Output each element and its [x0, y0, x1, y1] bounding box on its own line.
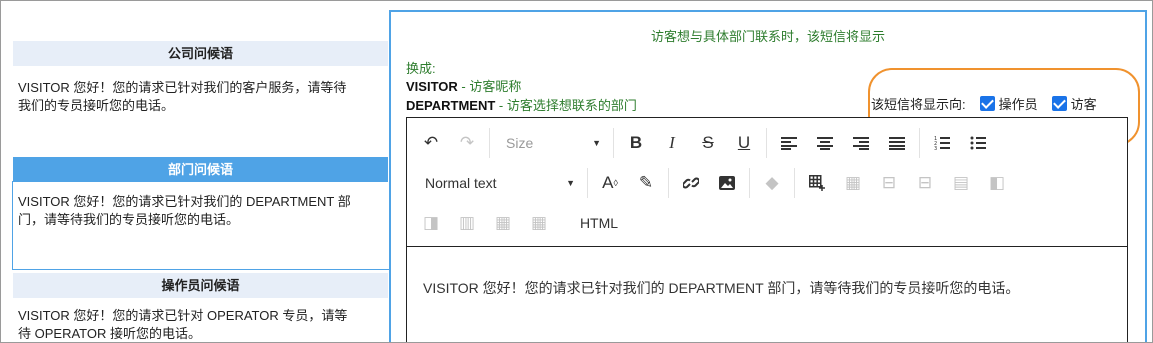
var-visitor-key: VISITOR: [406, 79, 458, 94]
var-visitor-desc: - 访客昵称: [457, 79, 522, 94]
replace-label-text: 换成:: [406, 61, 436, 76]
rich-text-editor: ↶ ↷ Size ▼ B I S U 1 2 3 Normal text ▼ A…: [406, 117, 1128, 342]
toolbar-separator: [668, 168, 669, 198]
undo-icon[interactable]: ↶: [413, 128, 449, 158]
panel-note: 访客想与具体部门联系时，该短信将显示: [650, 29, 885, 44]
visitor-checkbox[interactable]: [1051, 96, 1067, 111]
toolbar-separator: [489, 128, 490, 158]
font-color-icon[interactable]: A ◊: [592, 168, 628, 198]
show-to-label: 该短信将显示向:: [871, 97, 966, 112]
var-department-desc: - 访客选择想联系的部门: [495, 98, 637, 113]
font-size-select[interactable]: Size ▼: [494, 128, 609, 158]
highlight-marker-icon[interactable]: ✎: [628, 168, 664, 198]
paragraph-format-select[interactable]: Normal text ▼: [413, 168, 583, 198]
insert-table-icon[interactable]: [799, 168, 835, 198]
department-greeting-line2: 门，请等待我们的专员接听您的电话。: [18, 212, 240, 227]
bold-icon[interactable]: B: [618, 128, 654, 158]
toolbar-separator: [919, 128, 920, 158]
greeting-list: 公司问候语 VISITOR 您好！您的请求已针对我们的客户服务，请等待 我们的专…: [11, 1, 390, 342]
html-source-label: HTML: [579, 215, 619, 231]
department-greeting-line1: VISITOR 您好！您的请求已针对我们的 DEPARTMENT 部: [18, 194, 351, 209]
replace-label: 换成:: [406, 58, 436, 77]
delete-table-icon[interactable]: ▦: [835, 168, 871, 198]
company-greeting-line1: VISITOR 您好！您的请求已针对我们的客户服务，请等待: [18, 80, 347, 95]
show-to-operator-option[interactable]: 操作员: [979, 94, 1038, 113]
bullet-list-icon[interactable]: [960, 128, 996, 158]
font-size-value: Size: [506, 135, 534, 151]
var-department: DEPARTMENT - 访客选择想联系的部门: [406, 95, 637, 114]
align-justify-icon[interactable]: [879, 128, 915, 158]
toolbar-separator: [613, 128, 614, 158]
visitor-label: 访客: [1070, 97, 1097, 112]
department-greeting-header[interactable]: 部门问候语: [13, 157, 388, 182]
eraser-icon[interactable]: ◆: [754, 168, 790, 198]
show-to-options: 该短信将显示向: 操作员 访客: [871, 94, 1097, 113]
merge-cells-icon[interactable]: ▦: [485, 208, 521, 238]
toolbar-separator: [766, 128, 767, 158]
insert-row-below-icon[interactable]: ⊟: [907, 168, 943, 198]
align-center-icon[interactable]: [807, 128, 843, 158]
operator-greeting-header[interactable]: 操作员问候语: [13, 273, 388, 298]
operator-greeting-line2: 待 OPERATOR 接听您的电话。: [18, 326, 201, 341]
ordered-list-icon[interactable]: 123: [924, 128, 960, 158]
operator-greeting-line1: VISITOR 您好！您的请求已针对 OPERATOR 专员，请等: [18, 308, 348, 323]
paragraph-format-value: Normal text: [425, 175, 497, 191]
toolbar-separator: [749, 168, 750, 198]
chevron-down-icon: ▼: [566, 178, 575, 188]
editor-content[interactable]: VISITOR 您好！您的请求已针对我们的 DEPARTMENT 部门，请等待我…: [423, 278, 1019, 298]
toolbar-separator: [794, 168, 795, 198]
insert-row-above-icon[interactable]: ⊟: [871, 168, 907, 198]
var-visitor: VISITOR - 访客昵称: [406, 76, 521, 95]
department-greeting-text[interactable]: VISITOR 您好！您的请求已针对我们的 DEPARTMENT 部 门，请等待…: [13, 193, 388, 229]
operator-label: 操作员: [998, 97, 1038, 112]
align-left-icon[interactable]: [771, 128, 807, 158]
editor-toolbar: ↶ ↷ Size ▼ B I S U 1 2 3 Normal text ▼ A…: [407, 118, 1127, 247]
department-greeting-editor-panel: 访客想与具体部门联系时，该短信将显示 换成: VISITOR - 访客昵称 DE…: [389, 10, 1147, 342]
delete-column-icon[interactable]: ▥: [449, 208, 485, 238]
html-source-button[interactable]: HTML: [557, 208, 637, 238]
window: 公司问候语 VISITOR 您好！您的请求已针对我们的客户服务，请等待 我们的专…: [0, 0, 1153, 343]
split-cells-icon[interactable]: ▦: [521, 208, 557, 238]
show-to-visitor-option[interactable]: 访客: [1051, 94, 1097, 113]
operator-greeting-text[interactable]: VISITOR 您好！您的请求已针对 OPERATOR 专员，请等 待 OPER…: [13, 307, 388, 342]
align-right-icon[interactable]: [843, 128, 879, 158]
insert-column-left-icon[interactable]: ◧: [979, 168, 1015, 198]
underline-icon[interactable]: U: [726, 128, 762, 158]
insert-column-right-icon[interactable]: ◨: [413, 208, 449, 238]
redo-icon[interactable]: ↷: [449, 128, 485, 158]
link-icon[interactable]: [673, 168, 709, 198]
toolbar-separator: [587, 168, 588, 198]
svg-text:3: 3: [934, 146, 937, 150]
delete-row-icon[interactable]: ▤: [943, 168, 979, 198]
var-department-key: DEPARTMENT: [406, 98, 496, 113]
italic-icon[interactable]: I: [654, 128, 690, 158]
operator-checkbox[interactable]: [979, 96, 995, 111]
company-greeting-text[interactable]: VISITOR 您好！您的请求已针对我们的客户服务，请等待 我们的专员接听您的电…: [13, 79, 388, 115]
strikethrough-icon[interactable]: S: [690, 128, 726, 158]
chevron-down-icon: ▼: [592, 138, 601, 148]
image-icon[interactable]: [709, 168, 745, 198]
company-greeting-header[interactable]: 公司问候语: [13, 41, 388, 66]
company-greeting-line2: 我们的专员接听您的电话。: [18, 98, 175, 113]
